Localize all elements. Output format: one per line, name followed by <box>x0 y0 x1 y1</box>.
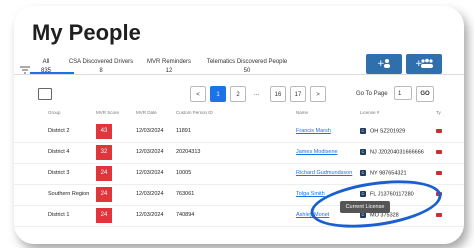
person-name-link[interactable]: Tolga Smith <box>296 191 325 197</box>
column-header-name[interactable]: Name <box>296 110 308 115</box>
group-cell: District 1 <box>48 212 70 218</box>
add-person-button[interactable]: + <box>366 54 402 74</box>
next-page-button[interactable]: > <box>310 86 326 102</box>
add-group-icon: + <box>415 59 433 69</box>
mvr-date-cell: 12/03/2024 <box>136 170 164 176</box>
vehicle-icon <box>436 213 442 217</box>
mvr-score-badge: 43 <box>96 124 112 139</box>
page-button[interactable]: 1 <box>210 86 226 102</box>
license-badge[interactable]: C <box>360 128 366 134</box>
add-person-icon: + <box>377 59 390 69</box>
mvr-score-badge: 24 <box>96 166 112 181</box>
mvr-date-cell: 12/03/2024 <box>136 191 164 197</box>
add-group-button[interactable]: + <box>406 54 442 74</box>
column-header-group[interactable]: Group <box>48 110 61 115</box>
svg-text:+: + <box>377 59 385 68</box>
go-button[interactable]: GO <box>416 86 434 102</box>
license-cell: C NY 987654321 <box>360 170 407 176</box>
table-row[interactable]: District 4 32 12/03/2024 20204313 James … <box>14 143 464 164</box>
mvr-date-cell: 12/03/2024 <box>136 128 164 134</box>
license-number: OH SZ201929 <box>370 128 406 135</box>
license-number: NY 987654321 <box>370 170 407 177</box>
group-cell: District 4 <box>48 149 70 155</box>
mvr-score-badge: 32 <box>96 145 112 160</box>
tab-label: MVR Reminders <box>146 59 191 65</box>
mvr-date-cell: 12/03/2024 <box>136 212 164 218</box>
page-button[interactable]: 17 <box>290 86 306 102</box>
tabs-divider <box>14 74 464 75</box>
person-name-link[interactable]: Francis Marsh <box>296 128 331 134</box>
person-id-cell: 11891 <box>176 128 191 134</box>
page-title: My People <box>32 20 141 45</box>
filter-icon[interactable] <box>20 66 30 74</box>
person-id-cell: 763061 <box>176 191 195 197</box>
mvr-date-cell: 12/03/2024 <box>136 149 164 155</box>
column-header-license[interactable]: License # <box>360 110 379 115</box>
page-button[interactable]: 16 <box>270 86 286 102</box>
people-card: My People All 835 CSA Discovered Drivers… <box>14 6 464 244</box>
column-header-type[interactable]: Ty <box>436 110 441 115</box>
person-name-link[interactable]: Richard Gudmundsson <box>296 170 352 176</box>
person-id-cell: 10005 <box>176 170 192 176</box>
person-id-cell: 20204313 <box>176 149 201 155</box>
tab-label: Telematics Discovered People <box>206 59 288 65</box>
license-cell: C NJ J20204031666666 <box>360 149 424 155</box>
prev-page-button[interactable]: < <box>190 86 206 102</box>
page-button[interactable]: 2 <box>230 86 246 102</box>
select-all-checkbox[interactable] <box>38 88 52 100</box>
person-id-cell: 740894 <box>176 212 195 218</box>
group-cell: District 2 <box>48 128 70 134</box>
tab-label: CSA Discovered Drivers <box>68 59 134 65</box>
column-header-mvr-score[interactable]: MVR Score <box>96 110 119 115</box>
column-header-mvr-date[interactable]: MVR Date <box>136 110 157 115</box>
vehicle-icon <box>436 150 442 154</box>
column-header-custom-person-id[interactable]: Custom Person ID <box>176 110 213 115</box>
tab-label: All <box>42 59 50 65</box>
license-badge[interactable]: C <box>360 170 366 176</box>
goto-page-label: Go To Page <box>356 91 388 97</box>
vehicle-icon <box>436 129 442 133</box>
person-name-link[interactable]: James Modisene <box>296 149 338 155</box>
table-header: Group MVR Score MVR Date Custom Person I… <box>14 108 464 118</box>
mvr-score-badge: 24 <box>96 187 112 202</box>
license-badge[interactable]: C <box>360 149 366 155</box>
group-cell: Southern Region <box>48 191 90 197</box>
license-cell: C OH SZ201929 <box>360 128 405 134</box>
mvr-score-badge: 24 <box>96 208 112 223</box>
vehicle-icon <box>436 171 442 175</box>
group-cell: District 3 <box>48 170 70 176</box>
table-row[interactable]: District 2 43 12/03/2024 11891 Francis M… <box>14 122 464 143</box>
scroll-fade <box>14 232 464 244</box>
goto-page-input[interactable]: 1 <box>394 86 412 100</box>
page-ellipsis: ... <box>254 91 260 97</box>
license-number: NJ J20204031666666 <box>370 149 424 156</box>
